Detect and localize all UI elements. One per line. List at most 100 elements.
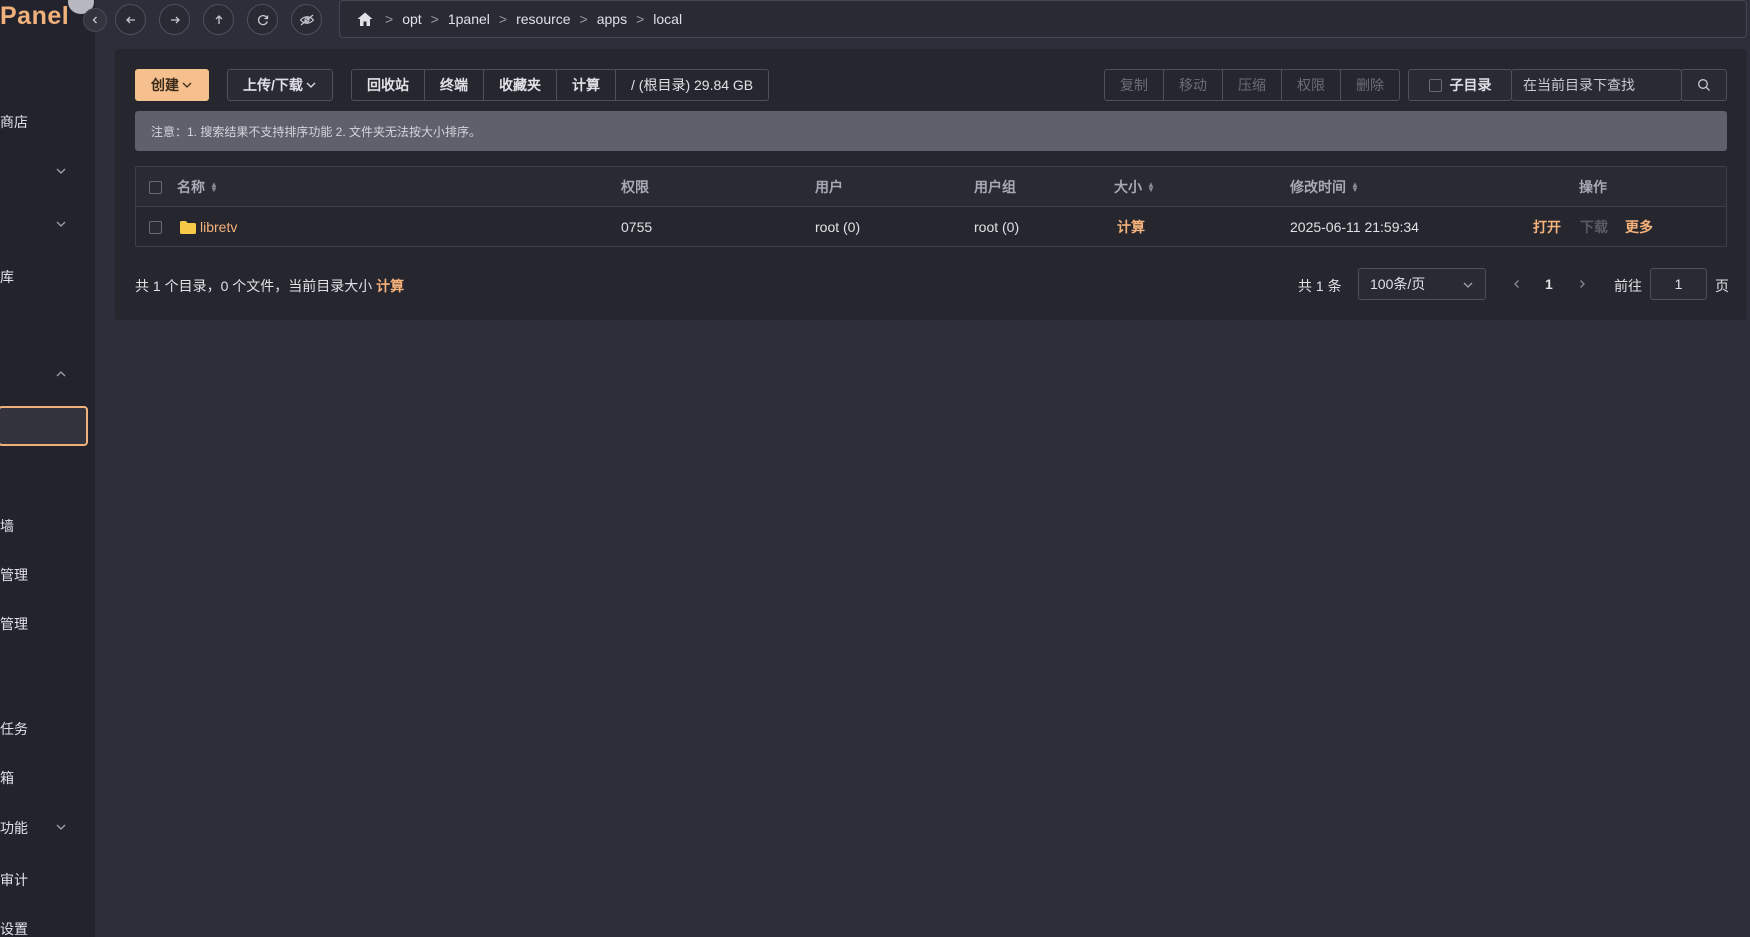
- prev-page-icon[interactable]: [1511, 278, 1523, 290]
- select-all-checkbox[interactable]: [149, 180, 162, 194]
- terminal-button[interactable]: 终端: [425, 70, 484, 100]
- breadcrumb-item[interactable]: 1panel: [448, 11, 490, 27]
- search-icon: [1698, 79, 1710, 91]
- upload-download-label: 上传/下载: [243, 77, 303, 93]
- sort-icon[interactable]: ▲ ▼: [1147, 181, 1155, 194]
- chevron-down-icon[interactable]: [54, 217, 68, 231]
- back-button[interactable]: [115, 4, 146, 35]
- chevron-down-icon: [306, 82, 316, 88]
- file-modified: 2025-06-11 21:59:34: [1290, 219, 1419, 235]
- search-input[interactable]: 在当前目录下查找: [1511, 69, 1682, 101]
- subdir-toggle[interactable]: 子目录: [1408, 69, 1512, 101]
- chevron-down-icon[interactable]: [54, 164, 68, 178]
- app-logo: Panel: [0, 2, 70, 30]
- page-size-value: 100条/页: [1370, 276, 1426, 292]
- sidebar-item-database[interactable]: 库: [0, 267, 14, 287]
- column-size-label: 大小: [1114, 179, 1142, 195]
- file-name[interactable]: libretv: [200, 219, 237, 235]
- disk-info-button[interactable]: / (根目录) 29.84 GB: [616, 70, 768, 100]
- folder-icon: [180, 220, 196, 234]
- sidebar-item-firewall[interactable]: 墙: [0, 516, 14, 536]
- calculate-button[interactable]: 计算: [557, 70, 616, 100]
- notice-banner: 注意：1. 搜索结果不支持排序功能 2. 文件夹无法按大小排序。: [135, 111, 1727, 151]
- sidebar-item-files-active[interactable]: [0, 406, 88, 446]
- refresh-button[interactable]: [247, 4, 278, 35]
- goto-page-input[interactable]: 1: [1650, 268, 1707, 300]
- chevron-up-icon[interactable]: [54, 367, 68, 381]
- chevron-down-icon: [182, 82, 192, 88]
- permissions-button[interactable]: 权限: [1282, 70, 1341, 100]
- subdir-label: 子目录: [1449, 77, 1492, 93]
- file-user: root (0): [815, 219, 861, 235]
- favorites-button[interactable]: 收藏夹: [484, 70, 557, 100]
- arrow-left-icon: [125, 16, 135, 23]
- file-table: 名称 ▲ ▼ 权限 用户 用户组 大小 ▲ ▼ 修改时间 ▲ ▼ 操作 libretv…: [135, 166, 1727, 247]
- breadcrumb-separator: >: [498, 11, 508, 27]
- sidebar-item-toolbox[interactable]: 箱: [0, 768, 14, 788]
- sidebar: Panel 商店 库 墙 管理 管理 任务 箱 功能 审计 设置: [0, 0, 95, 937]
- breadcrumb-separator: >: [385, 11, 394, 27]
- breadcrumb-item[interactable]: resource: [516, 11, 570, 27]
- sort-icon[interactable]: ▲ ▼: [210, 181, 218, 194]
- sidebar-item-ssh-management[interactable]: 管理: [0, 614, 28, 634]
- page-suffix: 页: [1715, 278, 1729, 294]
- file-tools-group: 回收站 终端 收藏夹 计算 / (根目录) 29.84 GB: [351, 69, 770, 101]
- directory-summary: 共 1 个目录，0 个文件，当前目录大小 计算: [135, 276, 404, 296]
- create-label: 创建: [151, 77, 179, 93]
- forward-button[interactable]: [159, 4, 190, 35]
- sidebar-item-cron-jobs[interactable]: 任务: [0, 719, 28, 739]
- recycle-bin-button[interactable]: 回收站: [352, 70, 425, 100]
- upload-download-button[interactable]: 上传/下载: [227, 69, 333, 101]
- subdir-checkbox[interactable]: [1428, 78, 1442, 92]
- table-row[interactable]: libretv 0755 root (0) root (0) 计算 2025-0…: [136, 207, 1726, 247]
- column-modified[interactable]: 修改时间 ▲ ▼: [1290, 167, 1359, 207]
- page-size-select[interactable]: 100条/页: [1358, 268, 1486, 300]
- breadcrumb: > opt > 1panel > resource > apps > local: [339, 0, 1747, 38]
- column-actions: 操作: [1579, 179, 1607, 195]
- sidebar-item-audit-log[interactable]: 审计: [0, 870, 28, 890]
- up-button[interactable]: [203, 4, 234, 35]
- row-checkbox[interactable]: [149, 220, 162, 234]
- next-page-icon[interactable]: [1576, 278, 1588, 290]
- column-group: 用户组: [974, 179, 1016, 195]
- chevron-down-icon: [1463, 282, 1473, 288]
- file-size-calculate-link[interactable]: 计算: [1117, 207, 1145, 247]
- file-name-cell[interactable]: libretv: [179, 207, 237, 247]
- chevron-down-icon[interactable]: [54, 820, 68, 834]
- search-button[interactable]: [1681, 69, 1727, 101]
- sort-icon[interactable]: ▲ ▼: [1351, 181, 1359, 194]
- breadcrumb-separator: >: [579, 11, 588, 27]
- goto-label: 前往: [1614, 278, 1642, 294]
- sidebar-collapse-button[interactable]: [83, 8, 107, 32]
- breadcrumb-separator: >: [636, 11, 645, 27]
- column-permission: 权限: [621, 179, 649, 195]
- sidebar-item-advanced[interactable]: 功能: [0, 818, 28, 838]
- column-size[interactable]: 大小 ▲ ▼: [1114, 167, 1155, 207]
- open-link[interactable]: 打开: [1533, 207, 1561, 247]
- sidebar-item-settings[interactable]: 设置: [0, 919, 28, 937]
- eye-off-icon: [299, 14, 314, 25]
- file-permission: 0755: [621, 219, 653, 235]
- toggle-hidden-button[interactable]: [291, 4, 322, 35]
- summary-text: 共 1 个目录，0 个文件，当前目录大小: [135, 278, 373, 294]
- create-button[interactable]: 创建: [135, 69, 209, 101]
- download-link[interactable]: 下载: [1580, 207, 1608, 247]
- table-header: 名称 ▲ ▼ 权限 用户 用户组 大小 ▲ ▼ 修改时间 ▲ ▼ 操作: [136, 167, 1726, 207]
- home-icon[interactable]: [356, 11, 374, 27]
- column-name[interactable]: 名称 ▲ ▼: [177, 167, 218, 207]
- more-link[interactable]: 更多: [1625, 207, 1653, 247]
- delete-button[interactable]: 删除: [1341, 70, 1399, 100]
- breadcrumb-item[interactable]: opt: [402, 11, 421, 27]
- copy-button[interactable]: 复制: [1105, 70, 1164, 100]
- move-button[interactable]: 移动: [1164, 70, 1223, 100]
- breadcrumb-separator: >: [430, 11, 439, 27]
- sidebar-item-process-management[interactable]: 管理: [0, 565, 28, 585]
- compress-button[interactable]: 压缩: [1223, 70, 1282, 100]
- breadcrumb-item[interactable]: local: [653, 11, 682, 27]
- breadcrumb-item[interactable]: apps: [597, 11, 627, 27]
- arrow-up-icon: [215, 14, 222, 24]
- footer-calculate-link[interactable]: 计算: [376, 278, 404, 294]
- current-page[interactable]: 1: [1545, 276, 1553, 292]
- sidebar-item-store[interactable]: 商店: [0, 112, 28, 132]
- arrow-right-icon: [170, 16, 180, 23]
